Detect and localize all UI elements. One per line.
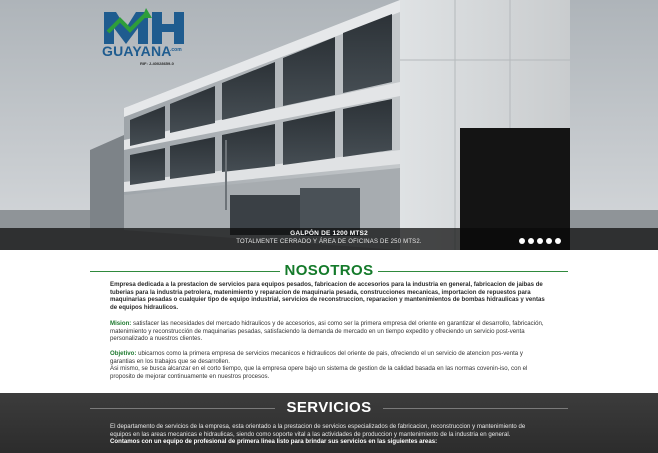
company-logo[interactable]: GUAYANA .com RIF: J-40028659-0 (100, 6, 188, 66)
slider-pagination (519, 238, 561, 244)
logo-domain: .com (170, 47, 182, 53)
hero-slider[interactable]: GUAYANA .com RIF: J-40028659-0 GALPÓN DE… (0, 0, 658, 250)
slider-dot-3[interactable] (537, 238, 543, 244)
mh-logo-mark (104, 8, 184, 44)
nosotros-intro: Empresa dedicada a la prestacion de serv… (110, 281, 545, 311)
servicios-divider-right (383, 408, 568, 409)
mision-text: satisfacer las necesidades del mercado h… (110, 320, 544, 343)
objetivo-text-2: Asi mismo, se busca alcanzar en el corto… (110, 365, 528, 380)
servicios-description: El departamento de servicios de la empre… (110, 423, 526, 438)
nosotros-divider-right (378, 271, 568, 272)
objetivo-label: Objetivo: (110, 350, 137, 357)
logo-rif: RIF: J-40028659-0 (140, 61, 174, 66)
slider-dot-4[interactable] (546, 238, 552, 244)
slider-dot-2[interactable] (528, 238, 534, 244)
slider-dot-5[interactable] (555, 238, 561, 244)
servicios-highlight: Contamos con un equipo de profesional de… (110, 438, 438, 446)
servicios-text: El departamento de servicios de la empre… (110, 423, 548, 446)
mision-label: Mision: (110, 320, 132, 327)
slider-caption-title: GALPÓN DE 1200 MTS2 (290, 230, 368, 237)
slider-dot-1[interactable] (519, 238, 525, 244)
logo-wordmark: GUAYANA (102, 43, 172, 59)
mision-paragraph: Mision: satisfacer las necesidades del m… (110, 320, 548, 343)
objetivo-text: ubicarnos como la primera empresa de ser… (110, 350, 523, 365)
objetivo-paragraph: Objetivo: ubicarnos como la primera empr… (110, 350, 548, 380)
building-photo (0, 0, 658, 250)
